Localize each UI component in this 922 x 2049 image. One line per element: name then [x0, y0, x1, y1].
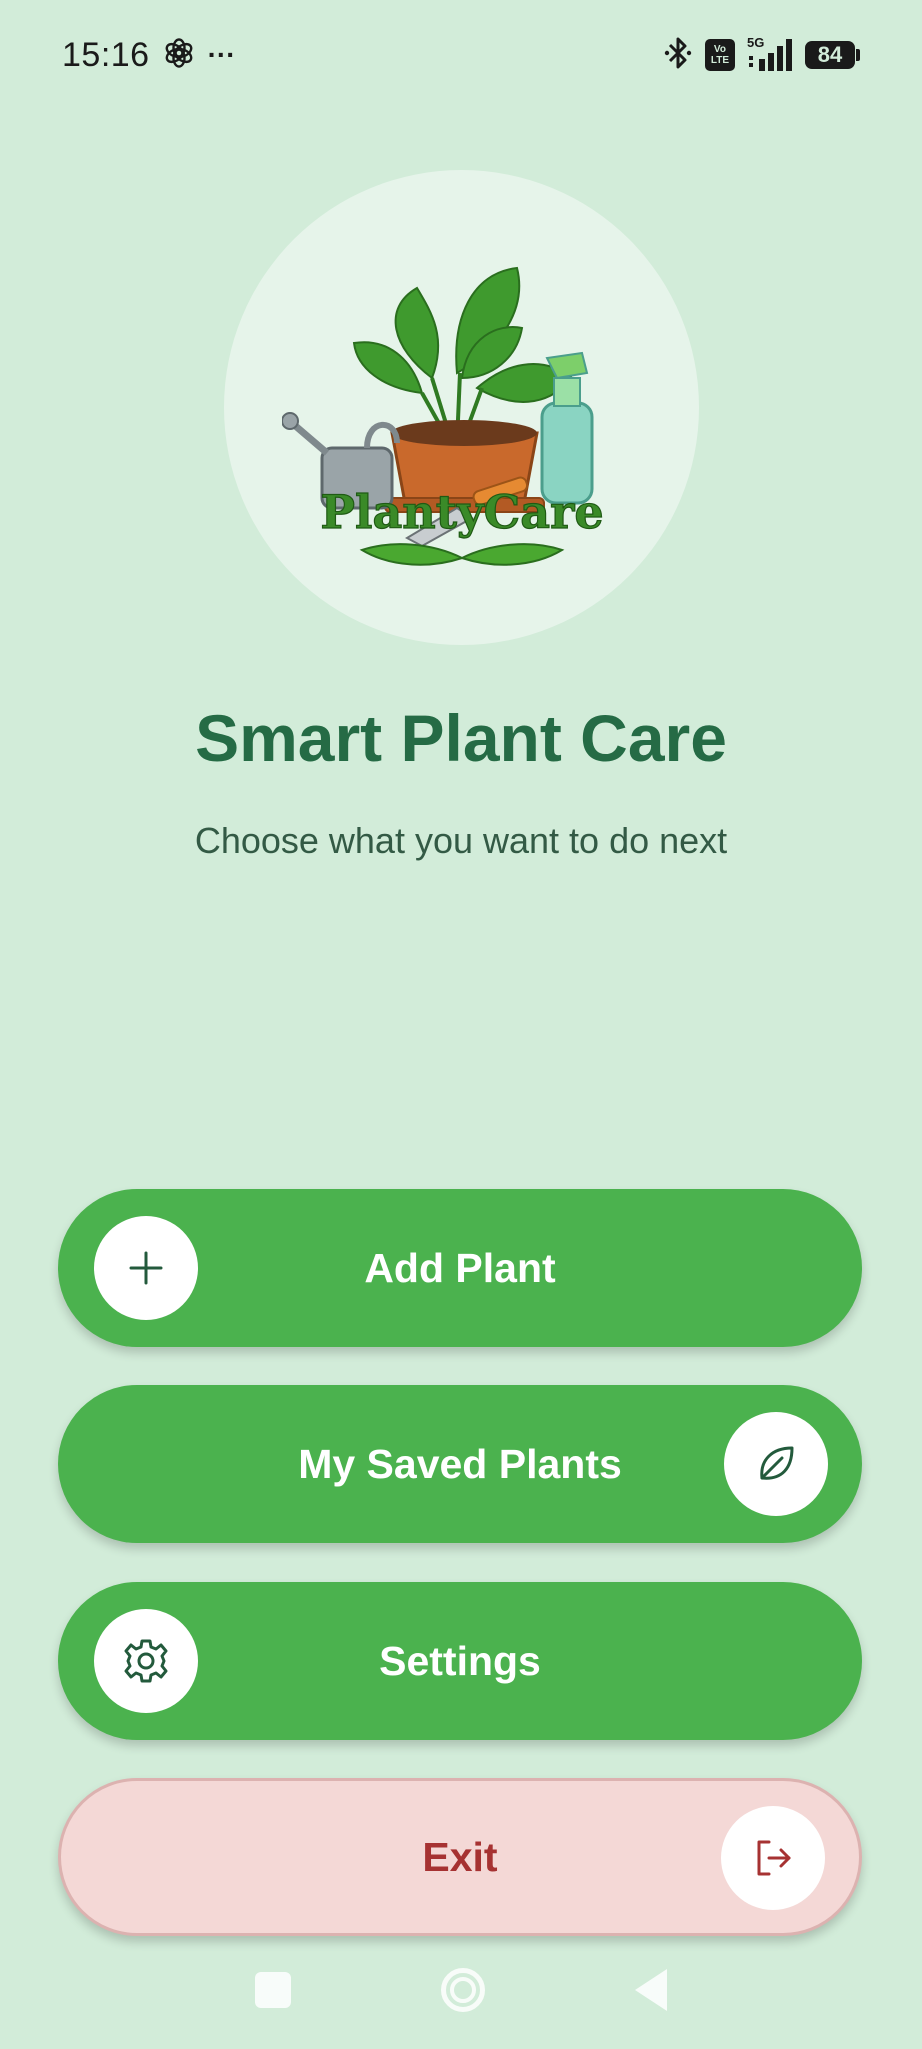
- volte-bottom: LTE: [710, 55, 729, 66]
- recent-apps-button[interactable]: [255, 1972, 291, 2008]
- battery-level: 84: [805, 41, 855, 69]
- add-plant-button[interactable]: Add Plant: [58, 1189, 862, 1347]
- home-button[interactable]: [441, 1968, 485, 2012]
- app-logo: PlantyCare: [224, 170, 699, 645]
- leaf-icon: [724, 1412, 828, 1516]
- bluetooth-icon: [663, 35, 693, 76]
- gear-icon: [94, 1609, 198, 1713]
- signal-icon: 5G: [747, 35, 793, 73]
- settings-label: Settings: [379, 1637, 541, 1684]
- battery-icon: 84: [805, 41, 860, 69]
- volte-top: Vo: [713, 44, 726, 55]
- openai-app-icon: [164, 37, 194, 73]
- plantycare-logo-image: PlantyCare: [281, 266, 604, 566]
- saved-plants-label: My Saved Plants: [298, 1440, 622, 1487]
- page-title: Smart Plant Care: [195, 701, 727, 775]
- settings-button[interactable]: Settings: [58, 1582, 862, 1740]
- page-subtitle: Choose what you want to do next: [194, 820, 728, 861]
- exit-label: Exit: [422, 1833, 498, 1880]
- exit-button[interactable]: Exit: [58, 1778, 862, 1936]
- logo-brand-text: PlantyCare: [320, 485, 603, 539]
- logout-icon: [721, 1806, 825, 1910]
- volte-icon: Vo LTE: [704, 39, 735, 71]
- plus-icon: [94, 1216, 198, 1320]
- status-left: 15:16 ···: [62, 36, 236, 75]
- status-bar: 15:16 ··· Vo LTE 5G 84: [0, 0, 922, 110]
- status-time: 15:16: [62, 35, 150, 74]
- add-plant-label: Add Plant: [364, 1244, 556, 1291]
- back-button[interactable]: [635, 1969, 667, 2011]
- status-right: Vo LTE 5G 84: [663, 35, 860, 76]
- saved-plants-button[interactable]: My Saved Plants: [58, 1385, 862, 1543]
- system-nav-bar: [0, 1950, 922, 2030]
- more-notifications-icon: ···: [207, 39, 236, 70]
